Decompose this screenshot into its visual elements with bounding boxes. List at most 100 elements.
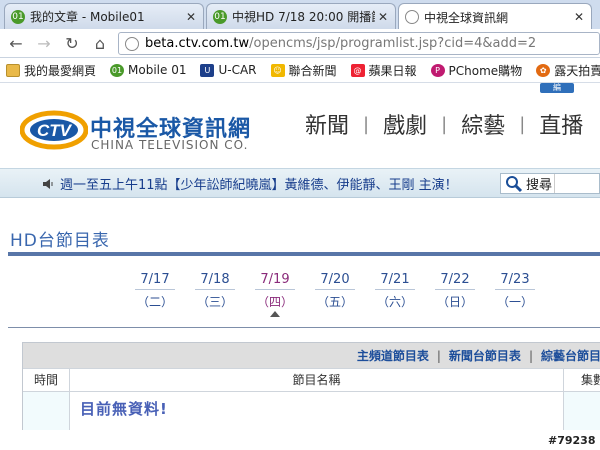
header-episode: 集數 xyxy=(581,373,600,387)
subnav-separator: | xyxy=(528,348,533,363)
nav-variety[interactable]: 綜藝 xyxy=(461,108,505,140)
bookmark-label: 我的最愛網頁 xyxy=(24,63,97,78)
pchome-icon: P xyxy=(430,63,445,77)
url-path: /opencms/jsp/programlist.jsp?cid=4&add=2 xyxy=(249,36,537,51)
date-7-22[interactable]: 7/22 （日） xyxy=(435,272,475,310)
svg-text:CTV: CTV xyxy=(37,121,73,140)
globe-icon xyxy=(125,36,139,51)
search-label: 搜尋 xyxy=(526,174,556,193)
tab-title: 我的文章 - Mobile01 xyxy=(30,10,145,24)
mobile01-icon: 01 xyxy=(213,9,227,24)
channel-subnav: 主頻道節目表 | 新聞台節目表 | 綜藝台節目 xyxy=(23,343,600,368)
date-day: 7/18 xyxy=(195,272,235,290)
date-7-18[interactable]: 7/18 （三） xyxy=(195,272,235,310)
bookmark-mobile01[interactable]: 01 Mobile 01 xyxy=(110,63,186,77)
folder-icon xyxy=(6,63,20,77)
globe-icon xyxy=(405,10,419,24)
ucar-icon: U xyxy=(200,63,215,77)
empty-message: 目前無資料! xyxy=(70,392,564,430)
logo-english-name: CHINA TELEVISION CO. xyxy=(91,138,249,152)
date-7-19[interactable]: 7/19 （四） xyxy=(255,272,295,317)
tab-ctv-site[interactable]: 中視全球資訊網 ✕ xyxy=(398,3,592,30)
ruten-icon: ✿ xyxy=(536,63,551,77)
announcement-text[interactable]: 週一至五上午11點【少年訟師紀曉嵐】黃維德、伊能靜、王剛 主演！ xyxy=(60,174,458,193)
bookmark-favorites[interactable]: 我的最愛網頁 xyxy=(6,62,96,79)
udn-icon: ☺ xyxy=(270,63,285,77)
mobile01-icon: 01 xyxy=(110,63,125,77)
header-time: 時間 xyxy=(23,369,70,391)
bookmark-label: 露天拍賣 xyxy=(554,63,600,78)
ctv-logo-icon[interactable]: CTV xyxy=(20,110,88,150)
close-icon[interactable]: ✕ xyxy=(375,10,391,24)
date-weekday: （二） xyxy=(136,295,173,309)
nav-drama[interactable]: 戲劇 xyxy=(383,108,427,140)
nav-live[interactable]: 直播 xyxy=(539,108,583,140)
main-channel-schedule-link[interactable]: 主頻道節目表 xyxy=(357,347,429,364)
date-weekday: （四） xyxy=(256,295,293,309)
browser-window: 01 我的文章 - Mobile01 ✕ 01 中視HD 7/18 20:00 … xyxy=(0,0,600,450)
main-nav: 新聞 | 戲劇 | 綜藝 | 直播 xyxy=(305,108,583,140)
bookmark-ucar[interactable]: U U-CAR xyxy=(200,63,257,77)
url-host: beta.ctv.com.tw xyxy=(145,36,250,51)
date-weekday: （三） xyxy=(196,295,233,309)
subnav-separator: | xyxy=(436,348,441,363)
date-7-23[interactable]: 7/23 （一） xyxy=(495,272,535,310)
variety-channel-schedule-link[interactable]: 綜藝台節目 xyxy=(541,347,600,364)
announcement-bar: 週一至五上午11點【少年訟師紀曉嵐】黃維德、伊能靜、王剛 主演！ 搜尋 xyxy=(0,168,600,198)
date-7-21[interactable]: 7/21 （六） xyxy=(375,272,415,310)
date-weekday: （日） xyxy=(436,295,473,309)
nav-tip-badge: 編 xyxy=(540,83,574,93)
bookmark-udn[interactable]: ☺ 聯合新聞 xyxy=(270,62,337,79)
back-arrow-icon[interactable]: ← xyxy=(6,34,26,54)
bookmark-label: 聯合新聞 xyxy=(288,63,337,78)
close-icon[interactable]: ✕ xyxy=(183,10,199,24)
tab-title: 中視全球資訊網 xyxy=(424,10,509,25)
table-row: 目前無資料! xyxy=(23,392,600,430)
nav-separator: | xyxy=(363,113,370,135)
schedule-table: 主頻道節目表 | 新聞台節目表 | 綜藝台節目 時間 節目名稱 集數 目前無資料… xyxy=(22,342,600,430)
bookmark-apple-daily[interactable]: @ 蘋果日報 xyxy=(350,62,417,79)
bookmark-label: U-CAR xyxy=(218,63,257,77)
bookmark-label: Mobile 01 xyxy=(128,63,187,77)
address-bar[interactable]: beta.ctv.com.tw/opencms/jsp/programlist.… xyxy=(118,32,600,55)
browser-toolbar: ← → ↻ ⌂ beta.ctv.com.tw/opencms/jsp/prog… xyxy=(0,29,600,58)
cell-time xyxy=(23,392,70,430)
reload-icon[interactable]: ↻ xyxy=(62,34,82,54)
title-divider xyxy=(8,252,600,256)
bookmark-label: 蘋果日報 xyxy=(368,63,417,78)
close-icon[interactable]: ✕ xyxy=(571,10,587,24)
date-7-20[interactable]: 7/20 （五） xyxy=(315,272,355,310)
tab-bar: 01 我的文章 - Mobile01 ✕ 01 中視HD 7/18 20:00 … xyxy=(0,0,600,30)
date-weekday: （一） xyxy=(496,295,533,309)
nav-separator: | xyxy=(519,113,526,135)
table-header: 時間 節目名稱 集數 xyxy=(23,368,600,392)
mobile01-icon: 01 xyxy=(11,9,25,24)
date-day: 7/21 xyxy=(375,272,415,290)
date-day: 7/23 xyxy=(495,272,535,290)
page-title: HD台節目表 xyxy=(10,231,110,251)
tab-ctv-hd-topic[interactable]: 01 中視HD 7/18 20:00 開播節目 ✕ xyxy=(206,3,396,29)
nav-separator: | xyxy=(441,113,448,135)
date-day: 7/19 xyxy=(255,272,295,290)
nav-news[interactable]: 新聞 xyxy=(305,108,349,140)
tab-title: 中視HD 7/18 20:00 開播節目 xyxy=(232,10,375,24)
date-weekday: （五） xyxy=(316,295,353,309)
search-icon[interactable] xyxy=(505,175,523,193)
date-7-17[interactable]: 7/17 （二） xyxy=(135,272,175,310)
forward-arrow-icon[interactable]: → xyxy=(34,34,54,54)
header-program-name: 節目名稱 xyxy=(70,369,564,391)
bookmark-ruten[interactable]: ✿ 露天拍賣 xyxy=(536,62,600,79)
apple-daily-icon: @ xyxy=(350,63,365,77)
bookmark-pchome[interactable]: P PChome購物 xyxy=(430,62,523,79)
selected-date-pointer-icon xyxy=(270,311,280,317)
site-header: CTV 中視全球資訊網 CHINA TELEVISION CO. 編 新聞 | … xyxy=(0,83,600,168)
news-channel-schedule-link[interactable]: 新聞台節目表 xyxy=(449,347,521,364)
bookmarks-bar: 我的最愛網頁 01 Mobile 01 U U-CAR ☺ 聯合新聞 @ 蘋果日報 PP… xyxy=(0,58,600,83)
bookmark-label: PChome購物 xyxy=(448,63,523,78)
tab-mobile01-articles[interactable]: 01 我的文章 - Mobile01 ✕ xyxy=(4,3,204,29)
watermark: #79238 xyxy=(548,434,596,447)
date-weekday: （六） xyxy=(376,295,413,309)
site-search-box[interactable]: 搜尋 xyxy=(500,173,600,194)
date-selector: 7/17 （二） 7/18 （三） 7/19 （四） 7/20 （五） 7/21… xyxy=(0,272,600,318)
home-icon[interactable]: ⌂ xyxy=(90,34,110,54)
